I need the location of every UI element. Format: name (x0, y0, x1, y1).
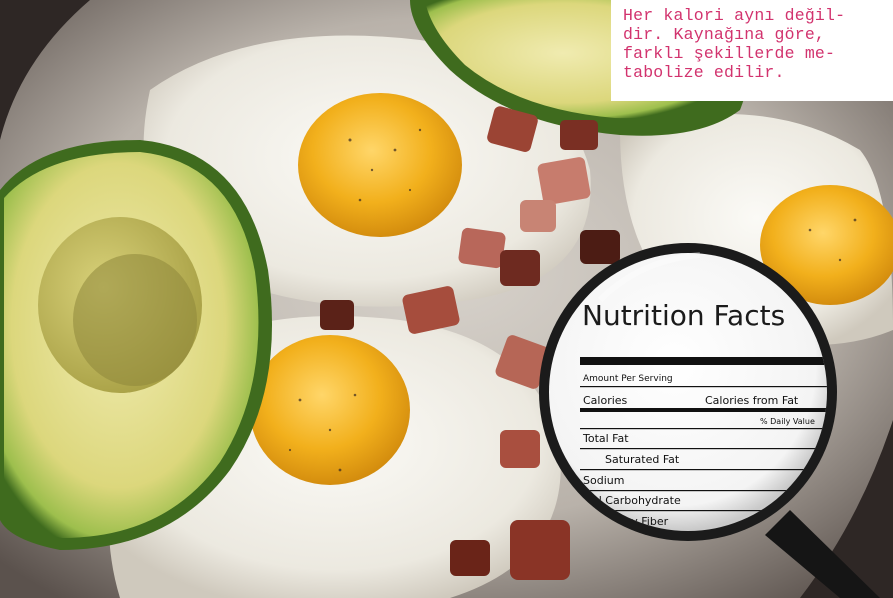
label-daily-value: % Daily Value (760, 417, 815, 426)
caption-box: Her kalori aynı değil- dir. Kaynağına gö… (611, 0, 893, 101)
label-rule (580, 428, 827, 430)
caption-line: Her kalori aynı değil- (623, 6, 846, 25)
label-calories-from-fat: Calories from Fat (705, 394, 799, 407)
avocado-pit-shadow (73, 254, 197, 386)
label-total-fat: Total Fat (582, 432, 629, 445)
egg-yolk (250, 335, 410, 485)
label-sodium: Sodium (583, 474, 624, 487)
caption-line: dir. Kaynağına göre, (623, 25, 826, 44)
label-calories: Calories (583, 394, 628, 407)
nutrition-title: Nutrition Facts (582, 299, 785, 332)
label-amount-per-serving: Amount Per Serving (583, 374, 673, 384)
label-saturated-fat: Saturated Fat (605, 453, 680, 466)
label-rule (580, 386, 827, 388)
label-rule (580, 469, 827, 471)
label-rule (580, 448, 827, 450)
caption-line: farklı şekillerde me- (623, 44, 836, 63)
label-rule (580, 408, 827, 412)
caption-line: tabolize edilir. (623, 63, 785, 82)
magnifier-lens (549, 253, 827, 531)
egg-yolk (298, 93, 462, 237)
label-rule (580, 357, 827, 365)
